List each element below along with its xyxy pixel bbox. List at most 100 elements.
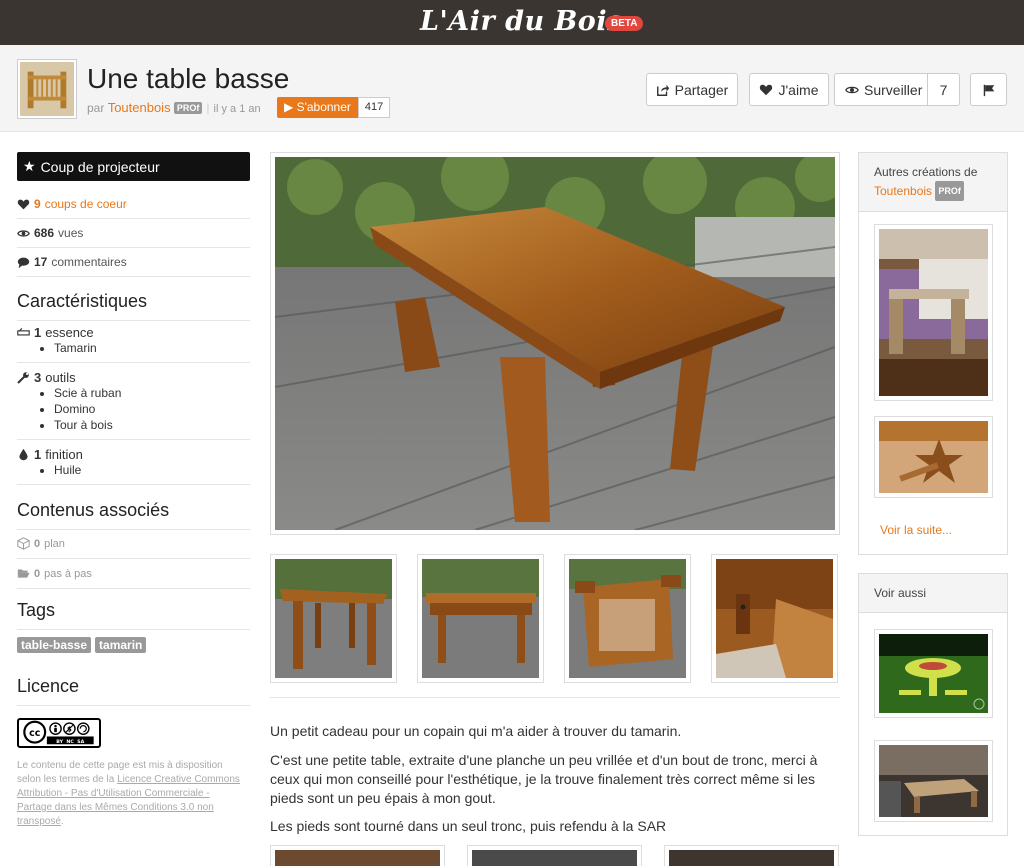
creation-thumb[interactable]	[874, 416, 993, 498]
like-label: J'aime	[778, 81, 819, 98]
spotlight-badge[interactable]: ★ Coup de projecteur	[17, 152, 250, 181]
other-creations-title: Autres créations de	[874, 165, 978, 179]
watch-count: 7	[927, 74, 959, 105]
heart-icon	[17, 199, 30, 209]
plans-number: 0	[34, 537, 41, 550]
gallery-thumb[interactable]	[564, 554, 691, 683]
finish-count: 1	[34, 447, 42, 462]
byline: par Toutenbois PROf | il y a 1 an	[87, 100, 261, 115]
share-label: Partager	[674, 81, 729, 98]
see-more-link[interactable]: Voir la suite...	[880, 523, 952, 537]
steps-count: 0 pas à pas	[17, 559, 250, 589]
characteristics-title: Caractéristiques	[17, 291, 250, 321]
tools-label: outils	[45, 370, 76, 385]
see-also-panel: Voir aussi	[858, 573, 1008, 836]
tool-item[interactable]: Domino	[54, 401, 250, 417]
project-header: Une table basse par Toutenbois PROf | il y…	[0, 45, 1024, 132]
workshop-photo	[669, 850, 834, 866]
description-paragraph: C'est une petite table, extraite d'une p…	[270, 752, 818, 806]
description-paragraph: Les pieds sont tourné dans un seul tronc…	[270, 818, 667, 834]
gallery-thumb[interactable]	[270, 554, 397, 683]
subscribe-text: S'abonner	[296, 100, 351, 114]
heart-icon	[760, 84, 773, 95]
cube-icon	[17, 537, 30, 550]
picnic-table-photo	[879, 634, 988, 713]
table-front-photo	[275, 559, 392, 678]
related-thumb[interactable]	[874, 629, 993, 718]
species-label: essence	[45, 325, 94, 340]
likes-count: 9	[34, 197, 41, 211]
steps-number: 0	[34, 567, 41, 580]
other-creations-author[interactable]: Toutenbois	[874, 184, 932, 198]
site-logo[interactable]: L'Air du Bois	[420, 6, 623, 37]
views-count: 686	[34, 226, 55, 240]
square-coffee-table-photo	[879, 745, 988, 817]
finish-item[interactable]: Huile	[54, 462, 250, 478]
byline-separator: |	[206, 101, 210, 115]
likes-label[interactable]: coups de coeur	[45, 197, 127, 211]
likes-stat[interactable]: 9 coups de coeur	[17, 190, 250, 219]
tags-title: Tags	[17, 600, 250, 630]
share-icon	[656, 84, 669, 96]
author-avatar[interactable]	[17, 59, 77, 119]
inline-photo[interactable]	[467, 845, 642, 866]
gallery-thumb[interactable]	[711, 554, 838, 683]
steps-label: pas à pas	[44, 567, 92, 580]
see-also-header: Voir aussi	[859, 574, 1007, 613]
other-creations-header: Autres créations de Toutenbois PROf	[859, 153, 1007, 212]
eye-icon	[17, 229, 30, 237]
views-stat: 686 vues	[17, 219, 250, 248]
page-title: Une table basse	[87, 63, 290, 94]
play-circle-icon: ▶	[284, 100, 297, 114]
tag-item[interactable]: table-basse	[17, 637, 92, 653]
content-divider	[270, 697, 840, 698]
creative-commons-badge[interactable]: cc $ BY NC SA	[17, 718, 101, 748]
species-count: 1	[34, 325, 42, 340]
main-photo[interactable]	[270, 143, 845, 535]
creation-thumb[interactable]	[874, 224, 993, 401]
workshop-photo	[472, 850, 637, 866]
other-creations-panel: Autres créations de Toutenbois PROf Voir…	[858, 152, 1008, 555]
feature-tools: 3 outils Scie à ruban Domino Tour à bois	[17, 370, 250, 440]
license-title: Licence	[17, 676, 250, 706]
see-also-title: Voir aussi	[874, 586, 927, 600]
comments-count: 17	[34, 255, 48, 269]
species-item[interactable]: Tamarin	[54, 340, 250, 356]
table-side-photo	[422, 559, 539, 678]
inline-photo[interactable]	[270, 845, 445, 866]
top-bar: L'Air du Bois BETA	[0, 0, 1024, 45]
bench-photo	[879, 229, 988, 396]
folder-open-icon	[17, 569, 30, 578]
author-link[interactable]: Toutenbois	[108, 100, 171, 115]
comment-icon	[17, 257, 30, 268]
table-underside-photo	[569, 559, 686, 678]
tool-item[interactable]: Scie à ruban	[54, 385, 250, 401]
comments-label: commentaires	[51, 255, 127, 269]
comments-stat[interactable]: 17 commentaires	[17, 248, 250, 277]
subscribe-label[interactable]: ▶ S'abonner	[277, 97, 358, 118]
watch-button[interactable]: Surveiller 7	[834, 73, 960, 106]
inline-photo[interactable]	[664, 845, 839, 866]
plans-label: plan	[44, 537, 65, 550]
coffee-table-photo	[274, 143, 845, 531]
gallery-thumb[interactable]	[417, 554, 544, 683]
plans-count: 0 plan	[17, 529, 250, 559]
related-thumb[interactable]	[874, 740, 993, 822]
time-ago: il y a 1 an	[213, 103, 261, 115]
license-text: Le contenu de cette page est mis à dispo…	[17, 759, 245, 829]
subscribe-button[interactable]: ▶ S'abonner 417	[277, 97, 391, 118]
watch-label: Surveiller	[864, 81, 923, 98]
cc-letters: cc	[29, 728, 40, 739]
like-button[interactable]: J'aime	[749, 73, 829, 106]
share-button[interactable]: Partager	[646, 73, 738, 106]
by-prefix: par	[87, 101, 105, 115]
tag-list: table-basse tamarin	[17, 637, 147, 653]
other-creations-badge: PROf	[935, 181, 964, 201]
spotlight-label: Coup de projecteur	[40, 158, 160, 175]
license-text-after: .	[60, 816, 64, 827]
tag-item[interactable]: tamarin	[95, 637, 147, 653]
report-button[interactable]	[970, 73, 1007, 106]
author-badge: PROf	[173, 102, 203, 114]
tool-item[interactable]: Tour à bois	[54, 417, 250, 433]
wood-plank-icon	[17, 328, 30, 336]
